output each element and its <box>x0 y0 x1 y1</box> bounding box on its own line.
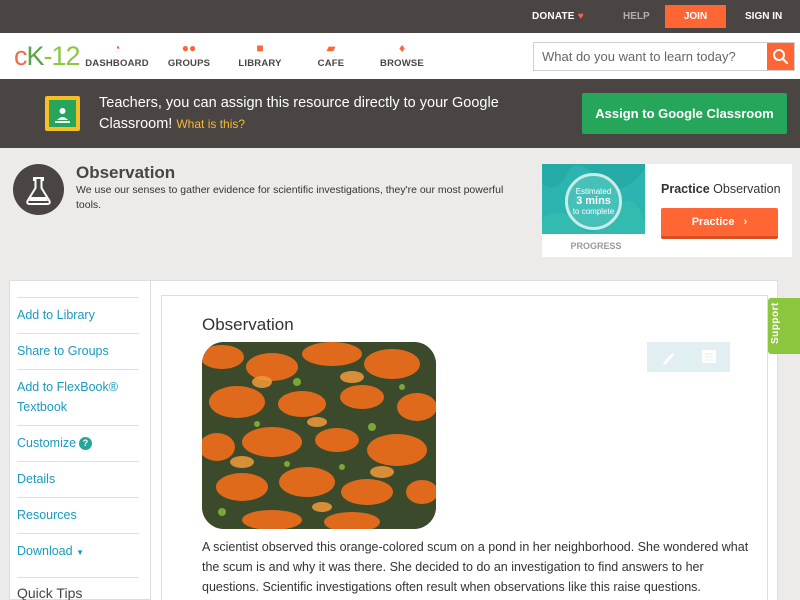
sidebar-item-add-to-flexbook[interactable]: Add to FlexBook® Textbook <box>17 369 139 417</box>
assign-google-classroom-button[interactable]: Assign to Google Classroom <box>582 93 787 134</box>
support-label: Support <box>770 302 781 344</box>
sidebar-item-resources[interactable]: Resources <box>17 497 139 525</box>
nav-dashboard-label: DASHBOARD <box>85 58 149 69</box>
browse-icon: ♦ <box>398 41 406 55</box>
donate-label: DONATE <box>532 11 575 22</box>
sidebar-item-download[interactable]: Download ▼ <box>17 533 139 563</box>
nav-cafe[interactable]: ▰ CAFE <box>296 41 366 69</box>
banner-message: Teachers, you can assign this resource d… <box>99 95 499 132</box>
action-sidebar: Add to Library Share to Groups Add to Fl… <box>9 280 151 600</box>
what-is-this-link[interactable]: What is this? <box>176 117 245 131</box>
nav-groups[interactable]: ●● GROUPS <box>154 41 224 69</box>
help-link[interactable]: HELP <box>623 11 650 22</box>
practice-button-label: Practice <box>691 216 735 228</box>
practice-card: Estimated 3 mins to complete PROGRESS Pr… <box>542 164 792 257</box>
nav-cafe-label: CAFE <box>317 58 345 69</box>
time-estimate-badge: Estimated 3 mins to complete <box>565 173 622 230</box>
customize-label: Customize <box>17 436 77 450</box>
heart-icon: ♥ <box>577 11 584 22</box>
practice-title: Practice Observation <box>661 182 781 196</box>
sidebar-item-customize[interactable]: Customize? <box>17 425 139 453</box>
pond-scum-photo <box>202 342 436 529</box>
groups-icon: ●● <box>181 41 197 55</box>
banner-text: Teachers, you can assign this resource d… <box>99 93 499 135</box>
document-paragraph: A scientist observed this orange-colored… <box>202 540 749 594</box>
sidebar-item-details[interactable]: Details <box>17 461 139 489</box>
nav-browse-label: BROWSE <box>380 58 424 69</box>
google-classroom-icon <box>45 96 80 131</box>
nav-groups-label: GROUPS <box>167 58 211 69</box>
search-input[interactable] <box>534 43 769 70</box>
cafe-icon: ▰ <box>326 41 336 55</box>
help-question-icon[interactable]: ? <box>79 437 93 450</box>
support-tab[interactable]: Support <box>768 298 800 354</box>
search-icon <box>773 49 789 65</box>
flask-icon <box>13 164 64 215</box>
library-icon: ■ <box>256 41 264 55</box>
search-button[interactable] <box>767 43 794 70</box>
pencil-icon[interactable] <box>663 353 674 365</box>
concept-title: Observation <box>76 163 176 182</box>
join-button[interactable]: JOIN <box>665 5 726 28</box>
progress-tile: Estimated 3 mins to complete <box>542 164 645 234</box>
nav-library[interactable]: ■ LIBRARY <box>225 41 295 69</box>
top-bar: DONATE ♥ HELP JOIN SIGN IN <box>0 0 800 33</box>
chevron-right-icon: › <box>743 216 748 228</box>
practice-button[interactable]: Practice › <box>661 208 778 239</box>
progress-label: PROGRESS <box>570 241 622 251</box>
donate-link[interactable]: DONATE ♥ <box>532 11 584 22</box>
search-box <box>533 42 795 71</box>
nav-browse[interactable]: ♦ BROWSE <box>367 41 437 69</box>
caret-down-icon: ▼ <box>76 548 84 557</box>
quick-tips-heading: Quick Tips <box>17 577 139 600</box>
dashboard-icon: ◔ <box>113 41 121 55</box>
sign-in-link[interactable]: SIGN IN <box>745 11 782 22</box>
document-title: Observation <box>202 315 294 334</box>
nav-dashboard[interactable]: ◔ DASHBOARD <box>82 41 152 69</box>
sidebar-item-share-to-groups[interactable]: Share to Groups <box>17 333 139 361</box>
practice-title-bold: Practice <box>661 182 710 196</box>
nav-library-label: LIBRARY <box>238 58 282 69</box>
document-toolbar <box>647 342 730 372</box>
sidebar-item-add-to-library[interactable]: Add to Library <box>17 297 139 325</box>
concept-description: We use our senses to gather evidence for… <box>76 184 504 211</box>
notes-icon[interactable] <box>702 350 716 363</box>
practice-title-rest: Observation <box>713 182 781 196</box>
complete-label: to complete <box>572 207 615 216</box>
download-label: Download <box>17 544 73 558</box>
minutes-value: 3 mins <box>576 195 611 207</box>
ck12-logo[interactable]: cK-12 <box>14 41 81 71</box>
